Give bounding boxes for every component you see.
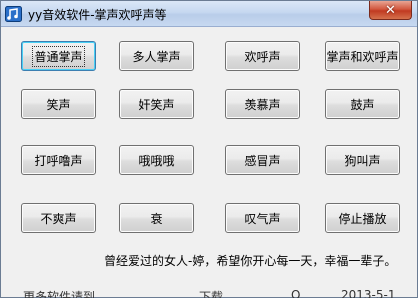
btn-normal-applause[interactable]: 普通掌声 <box>21 41 96 71</box>
btn-drum[interactable]: 鼓声 <box>325 89 400 119</box>
btn-cold[interactable]: 感冒声 <box>225 145 300 175</box>
btn-unlucky[interactable]: 衰 <box>119 203 194 233</box>
btn-envy[interactable]: 羡慕声 <box>225 89 300 119</box>
btn-crowd-applause[interactable]: 多人掌声 <box>119 41 194 71</box>
btn-label: 叹气声 <box>244 211 281 226</box>
btn-label: 欢呼声 <box>244 49 281 64</box>
btn-applause-and-cheer[interactable]: 掌声和欢呼声 <box>325 41 400 71</box>
status-text-right-b: 2013-5-1 <box>341 288 396 298</box>
btn-label: 普通掌声 <box>32 45 85 67</box>
status-text-middle: 下载 <box>199 290 224 298</box>
btn-label: 多人掌声 <box>132 49 181 64</box>
btn-dog-bark[interactable]: 狗叫声 <box>325 145 400 175</box>
btn-label: 羡慕声 <box>244 97 281 112</box>
btn-label: 掌声和欢呼声 <box>326 49 399 64</box>
status-text-right-a: Q <box>291 288 301 298</box>
title-bar[interactable]: yy音效软件-掌声欢呼声等 ✕ <box>1 1 417 27</box>
close-icon: ✕ <box>385 2 396 18</box>
btn-label: 停止播放 <box>338 211 387 226</box>
app-window: yy音效软件-掌声欢呼声等 ✕ 普通掌声 多人掌声 欢呼声 掌声和欢呼声 笑声 … <box>0 0 418 298</box>
btn-snore[interactable]: 打呼噜声 <box>21 145 96 175</box>
app-icon <box>5 6 22 22</box>
status-text-left: 更多软件请到 <box>23 290 96 298</box>
btn-cheer[interactable]: 欢呼声 <box>225 41 300 71</box>
btn-laugh[interactable]: 笑声 <box>21 89 96 119</box>
close-button[interactable]: ✕ <box>369 1 412 20</box>
btn-label: 笑声 <box>46 97 71 112</box>
btn-label: 打呼噜声 <box>34 153 83 168</box>
btn-evil-laugh[interactable]: 奸笑声 <box>119 89 194 119</box>
btn-label: 哦哦哦 <box>138 153 175 168</box>
btn-label: 不爽声 <box>40 211 77 226</box>
btn-annoyed[interactable]: 不爽声 <box>21 203 96 233</box>
btn-sigh[interactable]: 叹气声 <box>225 203 300 233</box>
btn-label: 鼓声 <box>350 97 375 112</box>
window-title: yy音效软件-掌声欢呼声等 <box>28 8 167 22</box>
btn-ohohoh[interactable]: 哦哦哦 <box>119 145 194 175</box>
btn-label: 奸笑声 <box>138 97 175 112</box>
btn-label: 狗叫声 <box>344 153 381 168</box>
dedication-text: 曾经爱过的女人-婷，希望你开心每一天，幸福一辈子。 <box>104 254 397 268</box>
btn-label: 衰 <box>150 211 163 226</box>
btn-stop-playback[interactable]: 停止播放 <box>325 203 400 233</box>
btn-label: 感冒声 <box>244 153 281 168</box>
